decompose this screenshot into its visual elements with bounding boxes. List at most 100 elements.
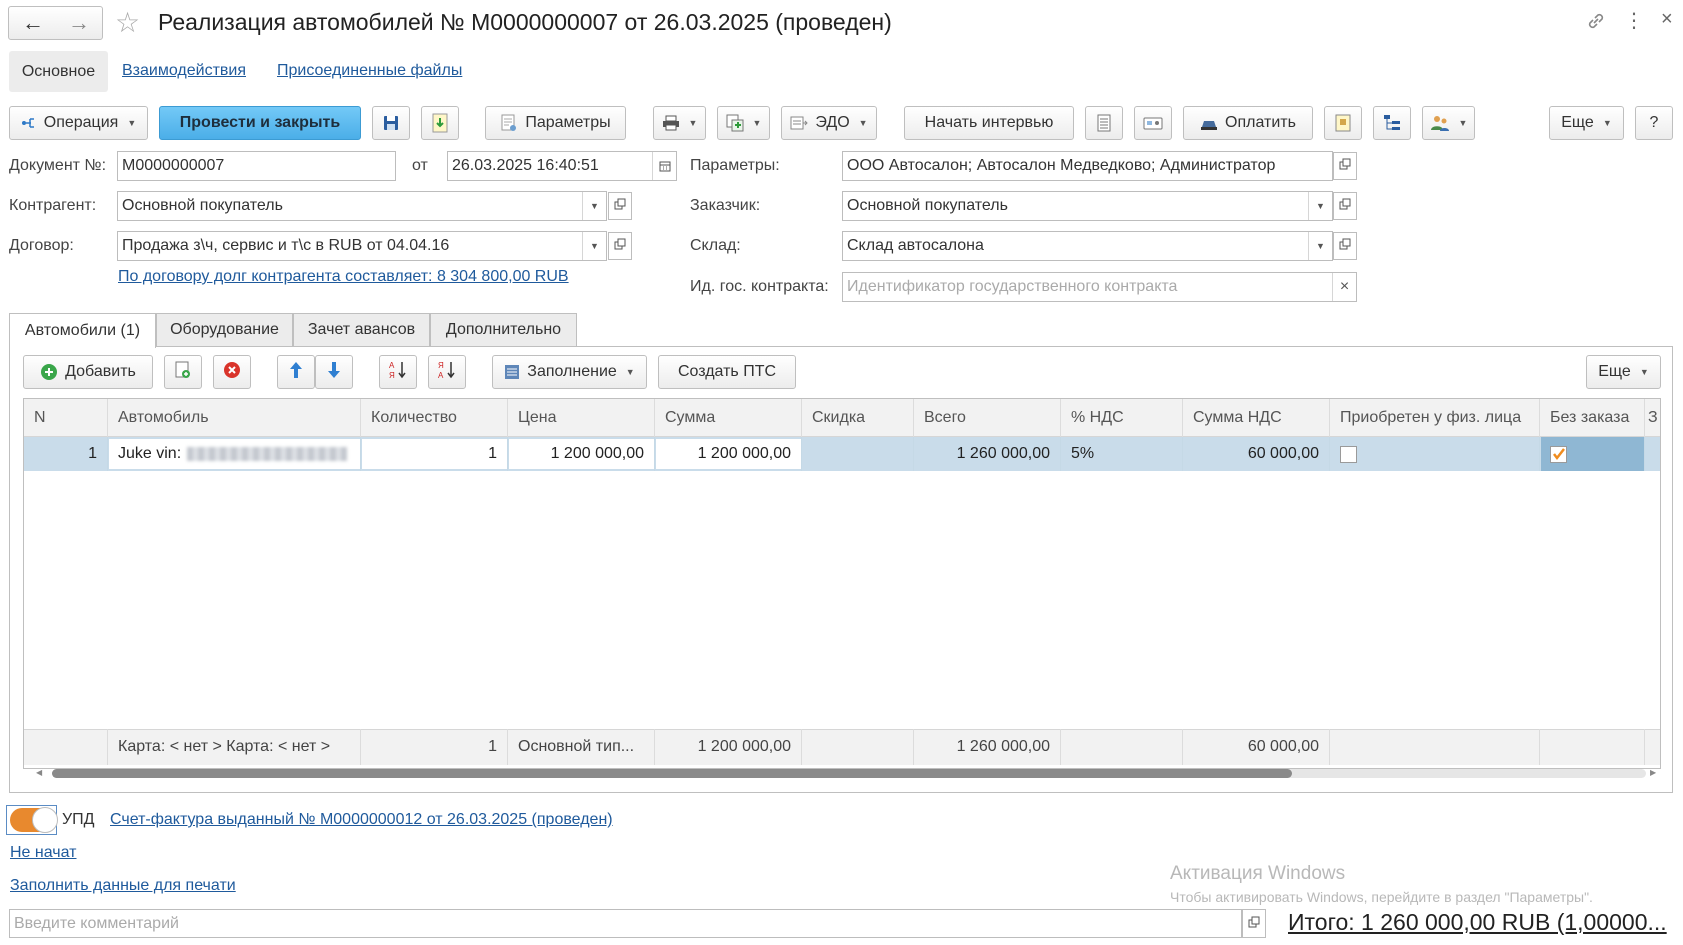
footer-discount [802,729,914,765]
cell-price[interactable]: 1 200 000,00 [508,437,655,471]
clear-icon[interactable]: × [1332,273,1356,301]
tab-attached-files[interactable]: Присоединенные файлы [277,62,462,80]
operation-icon [21,115,37,131]
move-up-button[interactable] [277,355,315,389]
fill-button[interactable]: Заполнение ▼ [492,355,647,389]
post-and-close-button[interactable]: Провести и закрыть [159,106,361,140]
tab-interactions[interactable]: Взаимодействия [122,62,246,80]
tab-additional[interactable]: Дополнительно [430,313,577,346]
back-arrow-icon[interactable]: ← [9,8,57,38]
close-icon[interactable]: × [1661,8,1673,31]
cell-from-person[interactable] [1330,437,1540,471]
doc-number-field[interactable]: М0000000007 [117,151,396,181]
tab-main[interactable]: Основное [9,51,108,92]
calendar-icon[interactable] [652,152,676,180]
contract-field[interactable]: Продажа з\ч, сервис и т\с в RUB от 04.04… [117,231,607,261]
operation-button[interactable]: Операция ▼ [9,106,148,140]
contract-debt-link[interactable]: По договору долг контрагента составляет:… [118,268,569,286]
save-button[interactable] [372,106,410,140]
dropdown-arrow-icon[interactable]: ▼ [1308,192,1332,220]
tab-cars[interactable]: Автомобили (1) [9,313,156,348]
cell-discount[interactable] [802,437,914,471]
warehouse-field[interactable]: Склад автосалона ▼ [842,231,1333,261]
post-document-button[interactable] [421,106,459,140]
col-header-total[interactable]: Всего [914,399,1061,437]
col-header-discount[interactable]: Скидка [802,399,914,437]
col-header-vat-sum[interactable]: Сумма НДС [1183,399,1330,437]
col-header-qty[interactable]: Количество [361,399,508,437]
warehouse-open-button[interactable] [1333,232,1357,260]
col-header-price[interactable]: Цена [508,399,655,437]
no-order-checkbox[interactable] [1550,445,1567,463]
page-title: Реализация автомобилей № М0000000007 от … [158,9,892,35]
contractor-open-button[interactable] [608,192,632,220]
scrollbar-thumb[interactable] [52,769,1292,778]
dropdown-arrow-icon[interactable]: ▼ [582,192,606,220]
params-open-button[interactable] [1333,152,1357,180]
contract-open-button[interactable] [608,232,632,260]
from-person-checkbox[interactable] [1340,445,1357,463]
edo-button[interactable]: ЭДО ▼ [781,106,877,140]
open-window-icon [1248,915,1260,933]
params-field[interactable]: ООО Автосалон; Автосалон Медведково; Адм… [842,151,1333,181]
print-button[interactable]: ▼ [653,106,706,140]
cell-no-order[interactable] [1540,437,1645,471]
copy-row-button[interactable] [164,355,202,389]
cell-sum[interactable]: 1 200 000,00 [655,437,802,471]
link-icon[interactable] [1585,10,1607,37]
more-vert-icon[interactable]: ⋮ [1624,8,1644,33]
tab-advances[interactable]: Зачет авансов [293,313,430,346]
more-button[interactable]: Еще ▼ [1549,106,1624,140]
move-down-button[interactable] [315,355,353,389]
col-header-more[interactable]: З [1645,399,1660,437]
tab-equipment[interactable]: Оборудование [156,313,293,346]
help-button[interactable]: ? [1635,106,1673,140]
sort-asc-button[interactable]: АЯ [379,355,417,389]
document-total[interactable]: Итого: 1 260 000,00 RUB (1,00000... [1288,909,1667,936]
comment-input[interactable]: Введите комментарий [9,909,1242,938]
favorite-star-icon[interactable]: ☆ [115,6,140,40]
cash-register-icon [1143,115,1163,131]
cell-car[interactable]: Juke vin: [108,437,361,471]
comment-open-button[interactable] [1242,909,1266,938]
col-header-from-person[interactable]: Приобретен у физ. лица [1330,399,1540,437]
scroll-right-icon[interactable]: ▶ [1650,768,1656,777]
col-header-no-order[interactable]: Без заказа [1540,399,1645,437]
dropdown-arrow-icon[interactable]: ▼ [582,232,606,260]
delete-row-button[interactable] [213,355,251,389]
sort-desc-button[interactable]: ЯА [428,355,466,389]
add-button[interactable]: Добавить [23,355,153,389]
users-button[interactable]: ▼ [1422,106,1475,140]
forward-arrow-icon[interactable]: → [55,8,103,38]
col-header-sum[interactable]: Сумма [655,399,802,437]
table-more-button[interactable]: Еще ▼ [1586,355,1661,389]
customer-field[interactable]: Основной покупатель ▼ [842,191,1333,221]
gov-contract-label: Ид. гос. контракта: [690,278,829,295]
contractor-field[interactable]: Основной покупатель ▼ [117,191,607,221]
dropdown-arrow-icon[interactable]: ▼ [1308,232,1332,260]
create-pts-button[interactable]: Создать ПТС [658,355,796,389]
scroll-left-icon[interactable]: ◀ [36,768,42,777]
gov-contract-input[interactable]: Идентификатор государственного контракта… [842,272,1357,302]
cell-qty[interactable]: 1 [361,437,508,471]
date-field[interactable]: 26.03.2025 16:40:51 [447,151,677,181]
customer-open-button[interactable] [1333,192,1357,220]
cell-vat-rate[interactable]: 5% [1061,437,1183,471]
col-header-vat-rate[interactable]: % НДС [1061,399,1183,437]
cell-total[interactable]: 1 260 000,00 [914,437,1061,471]
fill-print-data-link[interactable]: Заполнить данные для печати [10,877,236,895]
structure-button[interactable] [1373,106,1411,140]
cell-vat-sum[interactable]: 60 000,00 [1183,437,1330,471]
list-view-button[interactable] [1085,106,1123,140]
invoice-link[interactable]: Счет-фактура выданный № М0000000012 от 2… [110,811,613,829]
col-header-car[interactable]: Автомобиль [108,399,361,437]
start-interview-button[interactable]: Начать интервью [904,106,1074,140]
pay-button[interactable]: Оплатить [1183,106,1313,140]
not-started-link[interactable]: Не начат [10,844,77,862]
create-based-on-button[interactable]: ▼ [717,106,770,140]
cash-register-button[interactable] [1134,106,1172,140]
report-button[interactable] [1324,106,1362,140]
dropdown-arrow-icon: ▼ [1602,118,1612,128]
col-header-n[interactable]: N [24,399,108,437]
parameters-button[interactable]: Параметры [485,106,626,140]
